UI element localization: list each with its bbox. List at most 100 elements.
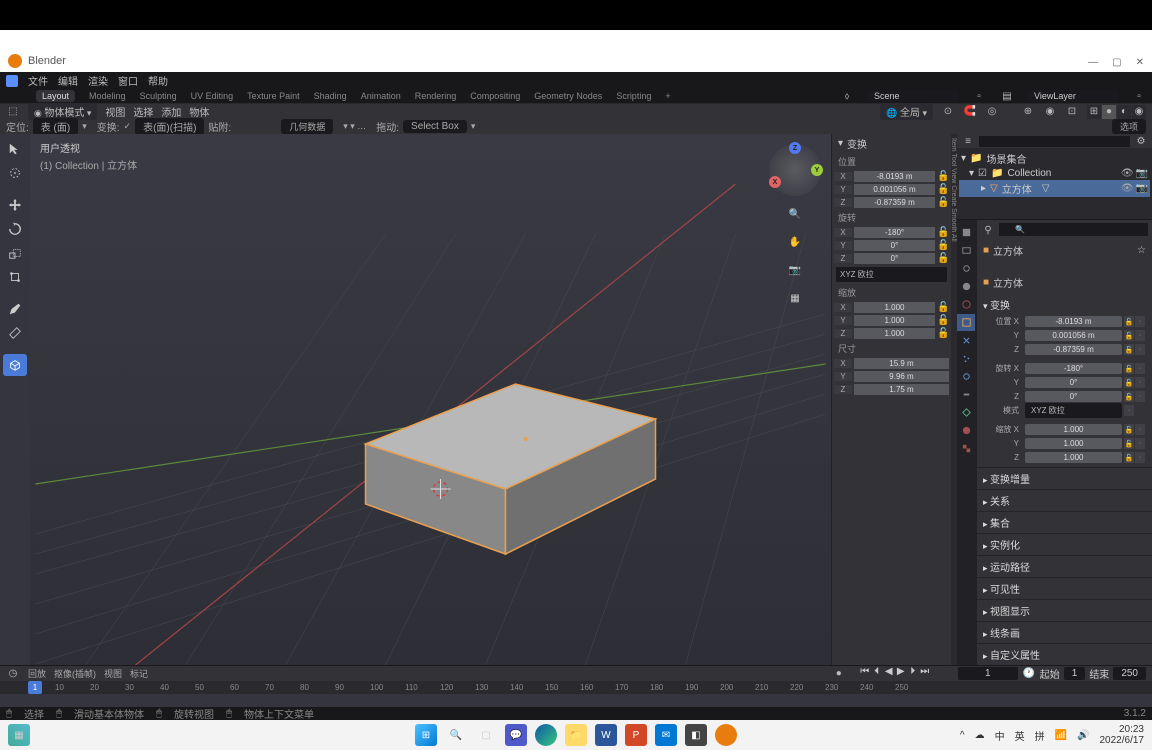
timeline-marker[interactable]: 标记 <box>130 667 148 680</box>
tool-cursor[interactable] <box>3 162 27 184</box>
mail-icon[interactable]: ✉ <box>655 724 677 746</box>
tool-rotate[interactable] <box>3 218 27 240</box>
gizmo-toggle-icon[interactable]: ⊕ <box>1021 105 1035 119</box>
search-icon[interactable]: 🔍 <box>445 724 467 746</box>
scene-name-input[interactable] <box>868 90 958 102</box>
tree-collection[interactable]: ▾☑📁Collection👁📷 <box>959 167 1150 180</box>
shading-matprev-icon[interactable]: ◐ <box>1117 105 1131 119</box>
dim-z[interactable]: 1.75 m <box>854 384 949 395</box>
taskview-icon[interactable]: ▢ <box>475 724 497 746</box>
axis-z-icon[interactable]: Z <box>789 142 801 154</box>
prop-pin-icon[interactable]: ⚲ <box>981 223 995 237</box>
close-button[interactable]: ✕ <box>1136 57 1144 68</box>
menu-render[interactable]: 渲染 <box>88 73 108 88</box>
prop-tab-texture[interactable] <box>957 440 975 457</box>
sub-options[interactable]: 选项 <box>1112 119 1146 134</box>
tray-chevron-icon[interactable]: ^ <box>960 730 965 741</box>
maximize-button[interactable]: ▢ <box>1112 57 1121 68</box>
menu-file[interactable]: 文件 <box>28 73 48 88</box>
prop-section-4[interactable]: ▸ 运动路径 <box>977 555 1152 577</box>
scale-y[interactable]: 1.000 <box>854 315 935 326</box>
tool-select[interactable] <box>3 138 27 160</box>
menu-window[interactable]: 窗口 <box>118 73 138 88</box>
tray-lang2[interactable]: 英 <box>1015 728 1025 743</box>
tool-add-cube[interactable] <box>3 354 27 376</box>
dim-y[interactable]: 9.96 m <box>854 371 949 382</box>
p-loc-z[interactable]: -0.87359 m <box>1025 344 1122 355</box>
xray-icon[interactable]: ⊡ <box>1065 105 1079 119</box>
scale-x[interactable]: 1.000 <box>854 302 935 313</box>
lock-range-icon[interactable]: 🕐 <box>1022 667 1036 681</box>
tool-annotate[interactable] <box>3 298 27 320</box>
rot-y[interactable]: 0° <box>854 240 935 251</box>
prop-tab-data[interactable] <box>957 404 975 421</box>
shading-rendered-icon[interactable]: ◉ <box>1132 105 1146 119</box>
axis-y-icon[interactable]: Y <box>811 164 823 176</box>
loc-z[interactable]: -0.87359 m <box>854 197 935 208</box>
tab-shading[interactable]: Shading <box>314 91 347 101</box>
outliner-search[interactable] <box>979 136 1130 147</box>
powerpoint-icon[interactable]: P <box>625 724 647 746</box>
prop-section-1[interactable]: ▸ 关系 <box>977 489 1152 511</box>
viewlayer-icon[interactable]: ▤ <box>1000 89 1014 103</box>
shading-wireframe-icon[interactable]: ⊞ <box>1087 105 1101 119</box>
prop-section-0[interactable]: ▸ 变换增量 <box>977 467 1152 489</box>
start-frame-field[interactable]: 1 <box>1064 667 1086 680</box>
playhead[interactable]: 1 <box>28 681 42 694</box>
start-icon[interactable]: ⊞ <box>415 724 437 746</box>
snap-icon[interactable]: 🧲 <box>963 105 977 119</box>
tab-layout[interactable]: Layout <box>36 90 75 102</box>
prop-tab-scene[interactable] <box>957 278 975 295</box>
new-viewlayer-icon[interactable]: ▫ <box>1132 89 1146 103</box>
proportional-icon[interactable]: ◎ <box>985 105 999 119</box>
next-key-icon[interactable]: ⏵ <box>908 667 918 677</box>
tray-wifi-icon[interactable]: 📶 <box>1055 730 1067 741</box>
tool-move[interactable] <box>3 194 27 216</box>
current-frame-field[interactable]: 1 <box>958 667 1018 680</box>
tab-rendering[interactable]: Rendering <box>415 91 457 101</box>
header-select[interactable]: 选择 <box>133 104 153 119</box>
edge-icon[interactable] <box>535 724 557 746</box>
prop-section-2[interactable]: ▸ 集合 <box>977 511 1152 533</box>
timeline-ruler[interactable]: 1 10203040506070809010011012013014015016… <box>0 681 1152 694</box>
p-scale-x[interactable]: 1.000 <box>1025 424 1122 435</box>
rot-z[interactable]: 0° <box>854 253 935 264</box>
prop-section-7[interactable]: ▸ 线条画 <box>977 621 1152 643</box>
autokey-icon[interactable]: ● <box>832 667 846 681</box>
app1-icon[interactable]: ◧ <box>685 724 707 746</box>
tool-transform[interactable] <box>3 266 27 288</box>
tab-geonodes[interactable]: Geometry Nodes <box>534 91 602 101</box>
orientation-dropdown[interactable]: 🌐 全局 ▾ <box>880 103 933 120</box>
tray-cloud-icon[interactable]: ☁ <box>975 730 985 741</box>
prop-section-5[interactable]: ▸ 可见性 <box>977 577 1152 599</box>
tree-cube[interactable]: ▸▽立方体▽👁📷 <box>959 180 1150 197</box>
p-scale-y[interactable]: 1.000 <box>1025 438 1122 449</box>
tab-add[interactable]: + <box>665 91 670 101</box>
timeline-keying[interactable]: 抠像(插帧) <box>54 667 96 680</box>
camera-view-icon[interactable]: 📷 <box>785 260 805 280</box>
chat-icon[interactable]: 💬 <box>505 724 527 746</box>
header-view[interactable]: 视图 <box>105 104 125 119</box>
axis-x-icon[interactable]: X <box>769 176 781 188</box>
end-frame-field[interactable]: 250 <box>1113 667 1146 680</box>
tray-lang1[interactable]: 中 <box>995 728 1005 743</box>
tab-animation[interactable]: Animation <box>361 91 401 101</box>
tray-lang3[interactable]: 拼 <box>1035 728 1045 743</box>
p-scale-z[interactable]: 1.000 <box>1025 452 1122 463</box>
tray-volume-icon[interactable]: 🔊 <box>1077 730 1089 741</box>
pan-icon[interactable]: ✋ <box>785 232 805 252</box>
rot-x[interactable]: -180° <box>854 227 935 238</box>
minimize-button[interactable]: — <box>1088 57 1098 68</box>
explorer-icon[interactable]: 📁 <box>565 724 587 746</box>
menu-edit[interactable]: 编辑 <box>58 73 78 88</box>
dim-x[interactable]: 15.9 m <box>854 358 949 369</box>
prop-tab-modifier[interactable] <box>957 332 975 349</box>
prop-tab-object[interactable] <box>957 314 975 331</box>
widgets-icon[interactable]: ▦ <box>8 724 30 746</box>
prop-section-8[interactable]: ▸ 自定义属性 <box>977 643 1152 665</box>
rotation-mode[interactable]: XYZ 欧拉 <box>836 267 947 282</box>
p-rot-x[interactable]: -180° <box>1025 363 1122 374</box>
p-rot-z[interactable]: 0° <box>1025 391 1122 402</box>
prop-section-3[interactable]: ▸ 实例化 <box>977 533 1152 555</box>
loc-x[interactable]: -8.0193 m <box>854 171 935 182</box>
